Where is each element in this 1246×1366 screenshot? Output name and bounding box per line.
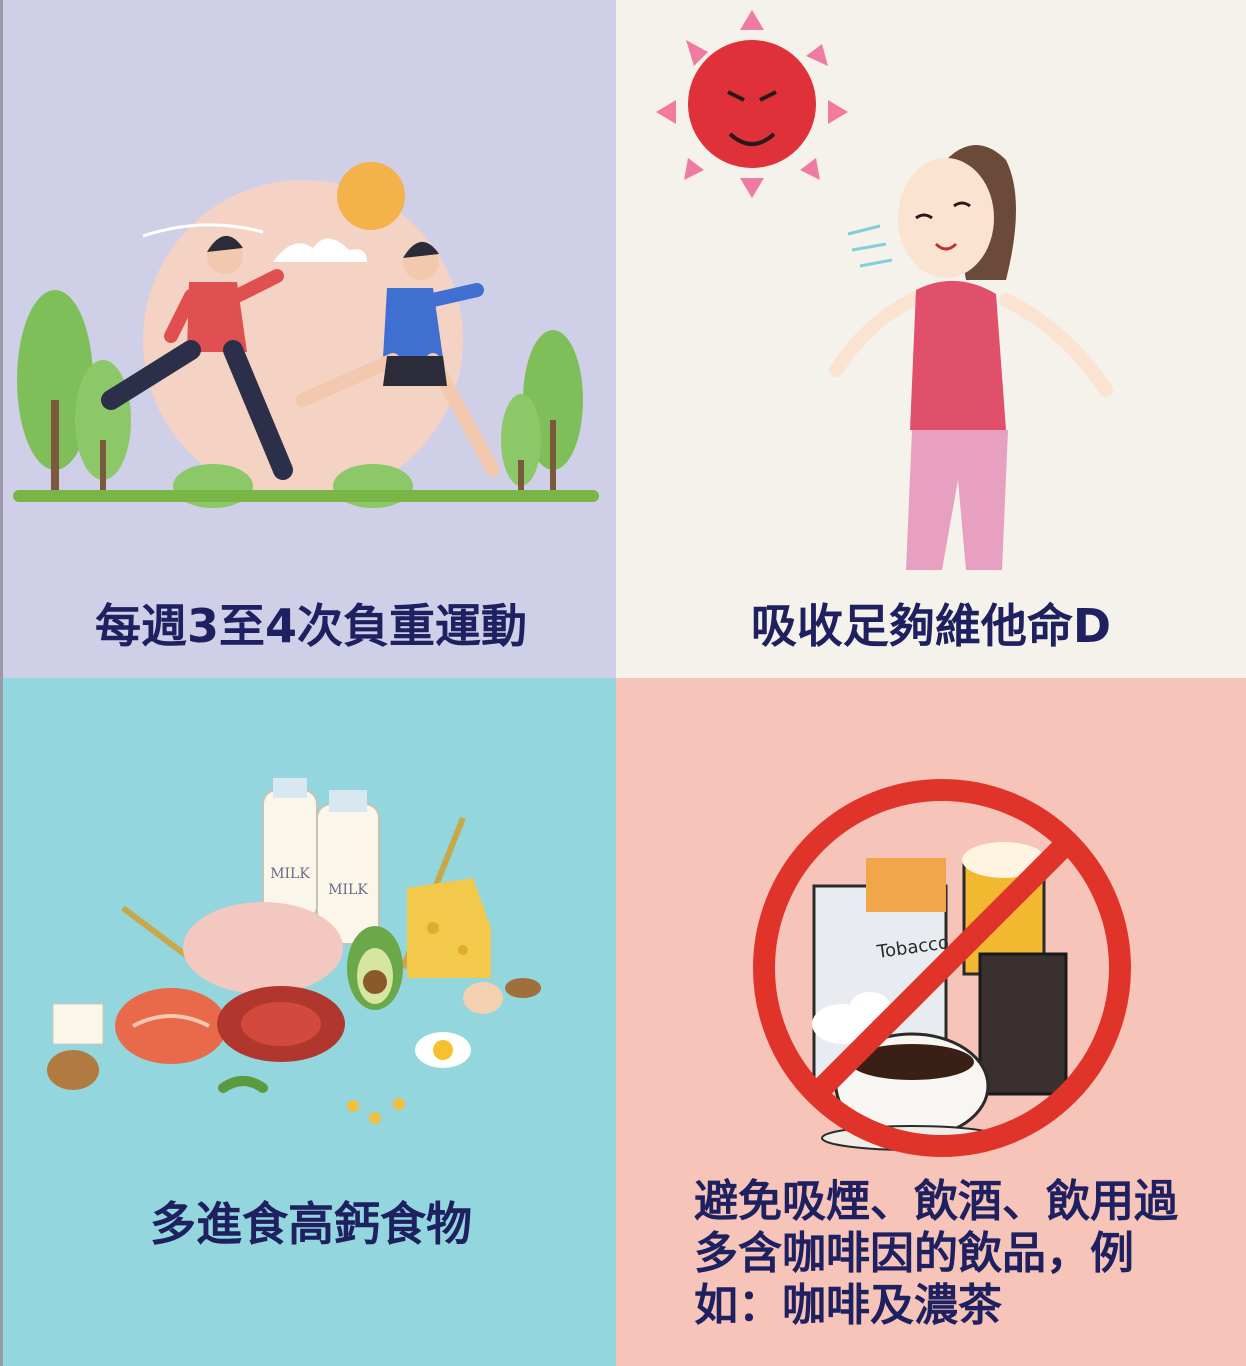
caption-calcium-food: 多進食高鈣食物 [150, 1197, 472, 1251]
sunbathing-woman-illustration [656, 10, 1113, 570]
caption-avoid-habits: 避免吸煙、飲酒、飲用過多含咖啡因的飲品，例如：咖啡及濃茶 [694, 1176, 1178, 1331]
people-running-illustration [13, 162, 599, 508]
svg-text:MILK: MILK [328, 882, 368, 898]
panel-vitamin-d: 吸收足夠維他命D [616, 0, 1246, 678]
calcium-food-illustration: MILK MILK [47, 778, 541, 1124]
panel-avoid-habits: Tobacco 避免吸煙、飲酒、飲用過多含咖啡因的飲品，例如：咖啡及濃茶 [616, 678, 1246, 1366]
caption-vitamin-d: 吸收足夠維他命D [750, 599, 1112, 653]
coffee-maker-icon [978, 952, 1068, 1096]
panel-calcium-food: MILK MILK 多進食高鈣食物 [0, 678, 616, 1366]
svg-text:MILK: MILK [270, 866, 310, 882]
milk-bottle-icon: MILK [262, 778, 318, 921]
sun-icon [656, 10, 848, 198]
tips-grid: 每週3至4次負重運動 吸收足夠維他命D MILK MILK 多進食高鈣食物 To… [0, 0, 1246, 1366]
panel-exercise: 每週3至4次負重運動 [0, 0, 616, 678]
no-smoking-drinking-coffee-illustration: Tobacco [753, 779, 1131, 1157]
caption-exercise: 每週3至4次負重運動 [94, 599, 527, 653]
